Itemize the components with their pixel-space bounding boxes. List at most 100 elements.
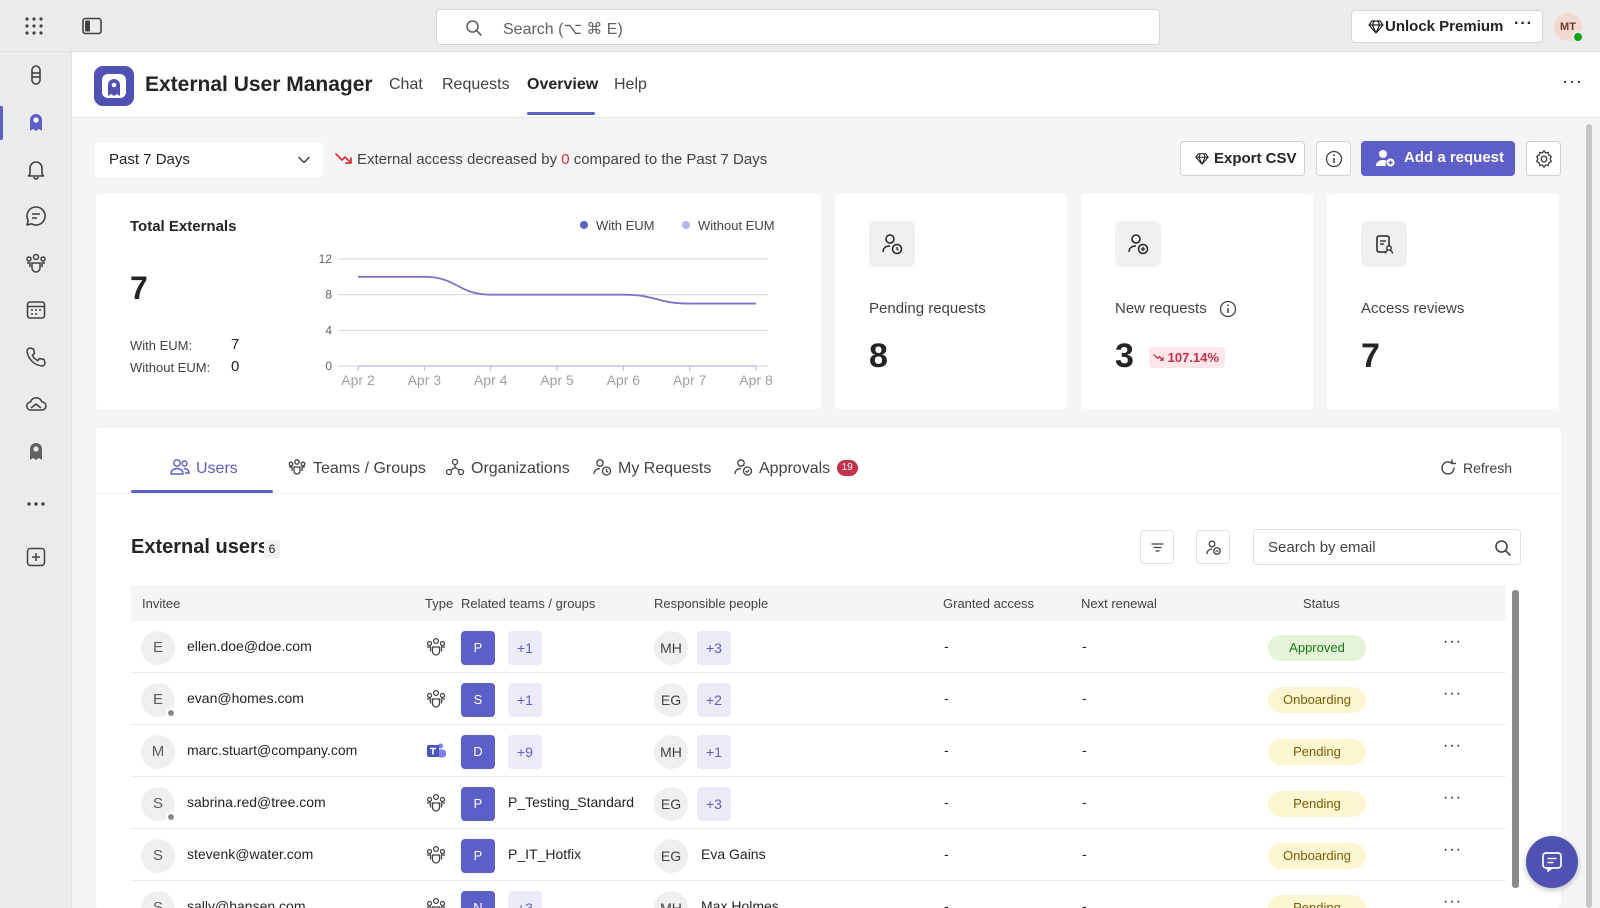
more-teams-badge[interactable]: +1 <box>508 631 542 665</box>
without-eum-label: Without EUM: <box>130 360 211 375</box>
next-renewal-value: - <box>1082 794 1087 810</box>
rail-pinned-app-icon[interactable] <box>24 63 48 87</box>
app-launcher-icon[interactable] <box>24 16 44 36</box>
invitee-email[interactable]: evan@homes.com <box>187 690 304 706</box>
tab-teams-groups[interactable]: Teams / Groups <box>287 458 426 478</box>
invitee-email[interactable]: stevenk@water.com <box>187 846 313 862</box>
team-avatar: S <box>461 683 495 717</box>
page-scrollbar[interactable] <box>1586 124 1592 908</box>
unlock-premium-button[interactable]: Unlock Premium ··· <box>1351 10 1543 43</box>
status-badge: Pending <box>1268 739 1366 765</box>
total-externals-value: 7 <box>130 270 148 306</box>
invitee-initial: S <box>152 899 163 908</box>
invitee-email[interactable]: sabrina.red@tree.com <box>187 794 326 810</box>
tab-users[interactable]: Users <box>170 458 238 478</box>
table-row[interactable]: Sstevenk@water.com P P_IT_Hotfix EG Eva Gain… <box>131 829 1506 881</box>
copilot-chat-button[interactable] <box>1526 836 1578 888</box>
rail-calendar-icon[interactable] <box>24 298 48 322</box>
responsible-person-avatar: EG <box>654 839 688 873</box>
col-related-teams[interactable]: Related teams / groups <box>461 596 595 611</box>
trending-down-icon <box>1153 354 1164 361</box>
table-row[interactable]: Ssabrina.red@tree.com P P_Testing_Standard… <box>131 777 1506 829</box>
invitee-email[interactable]: ellen.doe@doe.com <box>187 638 312 654</box>
more-teams-badge[interactable]: +3 <box>508 891 542 908</box>
responsible-person-avatar: MH <box>654 735 688 769</box>
rail-app-icon[interactable] <box>24 439 48 463</box>
more-teams-badge[interactable]: +1 <box>508 683 542 717</box>
next-renewal-value: - <box>1082 846 1087 862</box>
email-search-input[interactable]: Search by email <box>1253 529 1521 565</box>
invitee-email[interactable]: marc.stuart@company.com <box>187 742 357 758</box>
app-more-options-icon[interactable]: ··· <box>1562 71 1583 92</box>
sidebar-toggle-icon[interactable] <box>82 17 102 35</box>
info-icon[interactable] <box>1219 300 1237 318</box>
more-people-badge[interactable]: +2 <box>697 683 731 717</box>
add-request-button[interactable]: Add a request <box>1361 141 1515 176</box>
settings-button[interactable] <box>1526 141 1561 176</box>
rail-calls-icon[interactable] <box>24 345 48 369</box>
row-more-options-icon[interactable]: ··· <box>1443 893 1462 908</box>
tab-users-label: Users <box>196 460 238 477</box>
rail-onedrive-cloud-icon[interactable] <box>24 392 48 416</box>
rail-activity-bell-icon[interactable] <box>24 157 48 181</box>
rail-add-app-icon[interactable] <box>24 545 48 569</box>
invitee-avatar: S <box>141 891 175 908</box>
row-more-options-icon[interactable]: ··· <box>1443 737 1462 755</box>
tab-my-requests[interactable]: My Requests <box>592 458 711 478</box>
info-button[interactable] <box>1316 141 1351 176</box>
table-row[interactable]: Eellen.doe@doe.com P +1 MH +3 - - Approved ··· <box>131 621 1506 673</box>
export-csv-button[interactable]: Export CSV <box>1180 141 1305 176</box>
tab-chat[interactable]: Chat <box>389 76 423 94</box>
x-tick-label: Apr 2 <box>341 372 375 388</box>
chart-card-title: Total Externals <box>130 218 237 235</box>
col-next-renewal[interactable]: Next renewal <box>1081 596 1157 611</box>
teams-group-icon <box>425 897 447 908</box>
more-teams-badge[interactable]: +9 <box>508 735 542 769</box>
person-clock-icon <box>593 459 612 476</box>
row-more-options-icon[interactable]: ··· <box>1443 789 1462 807</box>
tab-approvals[interactable]: Approvals 19 <box>733 458 858 478</box>
person-filter-button[interactable] <box>1196 530 1230 564</box>
invitee-initial: M <box>151 743 165 760</box>
more-people-badge[interactable]: +1 <box>697 735 731 769</box>
col-type[interactable]: Type <box>425 596 453 611</box>
global-search[interactable]: Search (⌥ ⌘ E) <box>436 9 1160 45</box>
active-panel-tab-indicator <box>131 490 273 493</box>
people-icon <box>170 459 190 475</box>
row-more-options-icon[interactable]: ··· <box>1443 841 1462 859</box>
tab-overview[interactable]: Overview <box>527 76 598 94</box>
col-responsible-people[interactable]: Responsible people <box>654 596 768 611</box>
more-people-badge[interactable]: +3 <box>697 787 731 821</box>
app-title: External User Manager <box>145 73 373 96</box>
col-invitee[interactable]: Invitee <box>142 596 180 611</box>
rail-more-apps-icon[interactable] <box>24 492 48 516</box>
granted-access-value: - <box>944 638 949 654</box>
table-row[interactable]: Eevan@homes.com S +1 EG +2 - - Onboarding ··· <box>131 673 1506 725</box>
rail-external-user-manager-icon[interactable] <box>24 110 48 134</box>
table-scrollbar[interactable] <box>1512 590 1519 888</box>
team-name: P_IT_Hotfix <box>508 846 582 862</box>
person-add-icon <box>1376 150 1395 167</box>
row-more-options-icon[interactable]: ··· <box>1443 685 1462 703</box>
invitee-email[interactable]: sally@hansen.com <box>187 898 306 908</box>
refresh-button[interactable]: Refresh <box>1438 458 1512 478</box>
rail-chat-icon[interactable] <box>24 204 48 228</box>
date-range-select[interactable]: Past 7 Days <box>95 142 323 177</box>
more-people-badge[interactable]: +3 <box>697 631 731 665</box>
table-row[interactable]: Ssally@hansen.com N +3 MH Max Holmes - - Pendin… <box>131 881 1506 908</box>
col-granted-access[interactable]: Granted access <box>943 596 1034 611</box>
tab-approvals-label: Approvals <box>759 460 831 477</box>
access-reviews-label: Access reviews <box>1361 300 1465 317</box>
user-avatar[interactable]: MT <box>1554 13 1584 43</box>
more-options-icon[interactable]: ··· <box>1514 15 1533 33</box>
filter-button[interactable] <box>1140 530 1174 564</box>
row-more-options-icon[interactable]: ··· <box>1443 633 1462 651</box>
tab-organizations[interactable]: Organizations <box>445 458 570 478</box>
rail-teams-icon[interactable] <box>24 251 48 275</box>
new-requests-change-badge: 107.14% <box>1149 347 1225 368</box>
table-row[interactable]: Mmarc.stuart@company.com D +9 MH +1 - - Pending… <box>131 725 1506 777</box>
tab-help[interactable]: Help <box>614 76 647 94</box>
trend-summary: External access decreased by 0 compared … <box>357 151 767 168</box>
col-status[interactable]: Status <box>1303 596 1340 611</box>
tab-requests[interactable]: Requests <box>442 76 510 94</box>
